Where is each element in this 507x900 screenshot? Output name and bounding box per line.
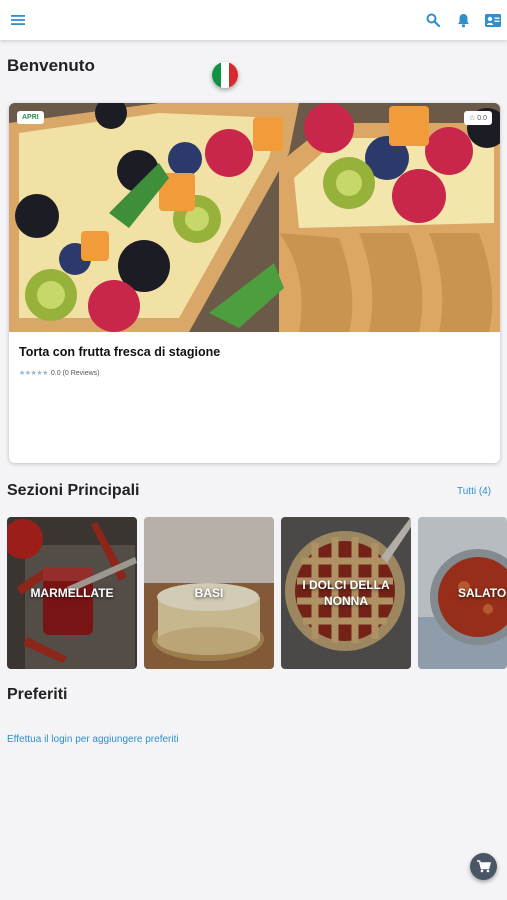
- search-button[interactable]: [421, 8, 445, 32]
- category-card-salato[interactable]: SALATO: [418, 517, 507, 669]
- category-card-marmellate[interactable]: MARMELLATE: [7, 517, 137, 669]
- sections-title: Sezioni Principali: [7, 482, 140, 499]
- featured-recipe-card[interactable]: APRI ☆ 0.0 Torta con frutta fresca di st…: [9, 103, 500, 463]
- bell-icon: [457, 13, 469, 27]
- category-label: I DOLCI DELLA NONNA: [302, 578, 390, 608]
- recipe-image: [9, 103, 500, 332]
- category-card-dolci-nonna[interactable]: I DOLCI DELLA NONNA: [281, 517, 411, 669]
- login-link[interactable]: Effettua il login per aggiungere preferi…: [7, 734, 179, 745]
- rating-text: 0.0 (0 Reviews): [50, 369, 100, 377]
- menu-button[interactable]: [6, 8, 30, 32]
- recipe-title[interactable]: Torta con frutta fresca di stagione: [19, 345, 220, 359]
- category-label: BASI: [194, 586, 224, 600]
- menu-icon: [11, 15, 25, 25]
- search-icon: [426, 13, 440, 27]
- category-card-basi[interactable]: BASI: [144, 517, 274, 669]
- category-label: SALATO: [458, 586, 507, 600]
- open-status-badge: APRI: [17, 111, 44, 124]
- notifications-button[interactable]: [451, 8, 475, 32]
- cart-button[interactable]: [470, 853, 497, 880]
- contact-button[interactable]: [481, 8, 505, 32]
- rating-badge: ☆ 0.0: [464, 111, 492, 125]
- see-all-link[interactable]: Tutti (4): [457, 486, 491, 497]
- recipe-rating: ★★★★★ 0.0 (0 Reviews): [19, 369, 100, 378]
- category-label: MARMELLATE: [30, 586, 114, 600]
- app-bar: [0, 0, 507, 40]
- welcome-title: Benvenuto: [7, 56, 95, 75]
- italy-flag-icon[interactable]: [212, 62, 238, 88]
- cart-icon: [476, 860, 491, 873]
- contact-card-icon: [485, 13, 501, 27]
- favorites-title: Preferiti: [7, 686, 68, 703]
- star-rating-icon: ★★★★★: [19, 370, 48, 377]
